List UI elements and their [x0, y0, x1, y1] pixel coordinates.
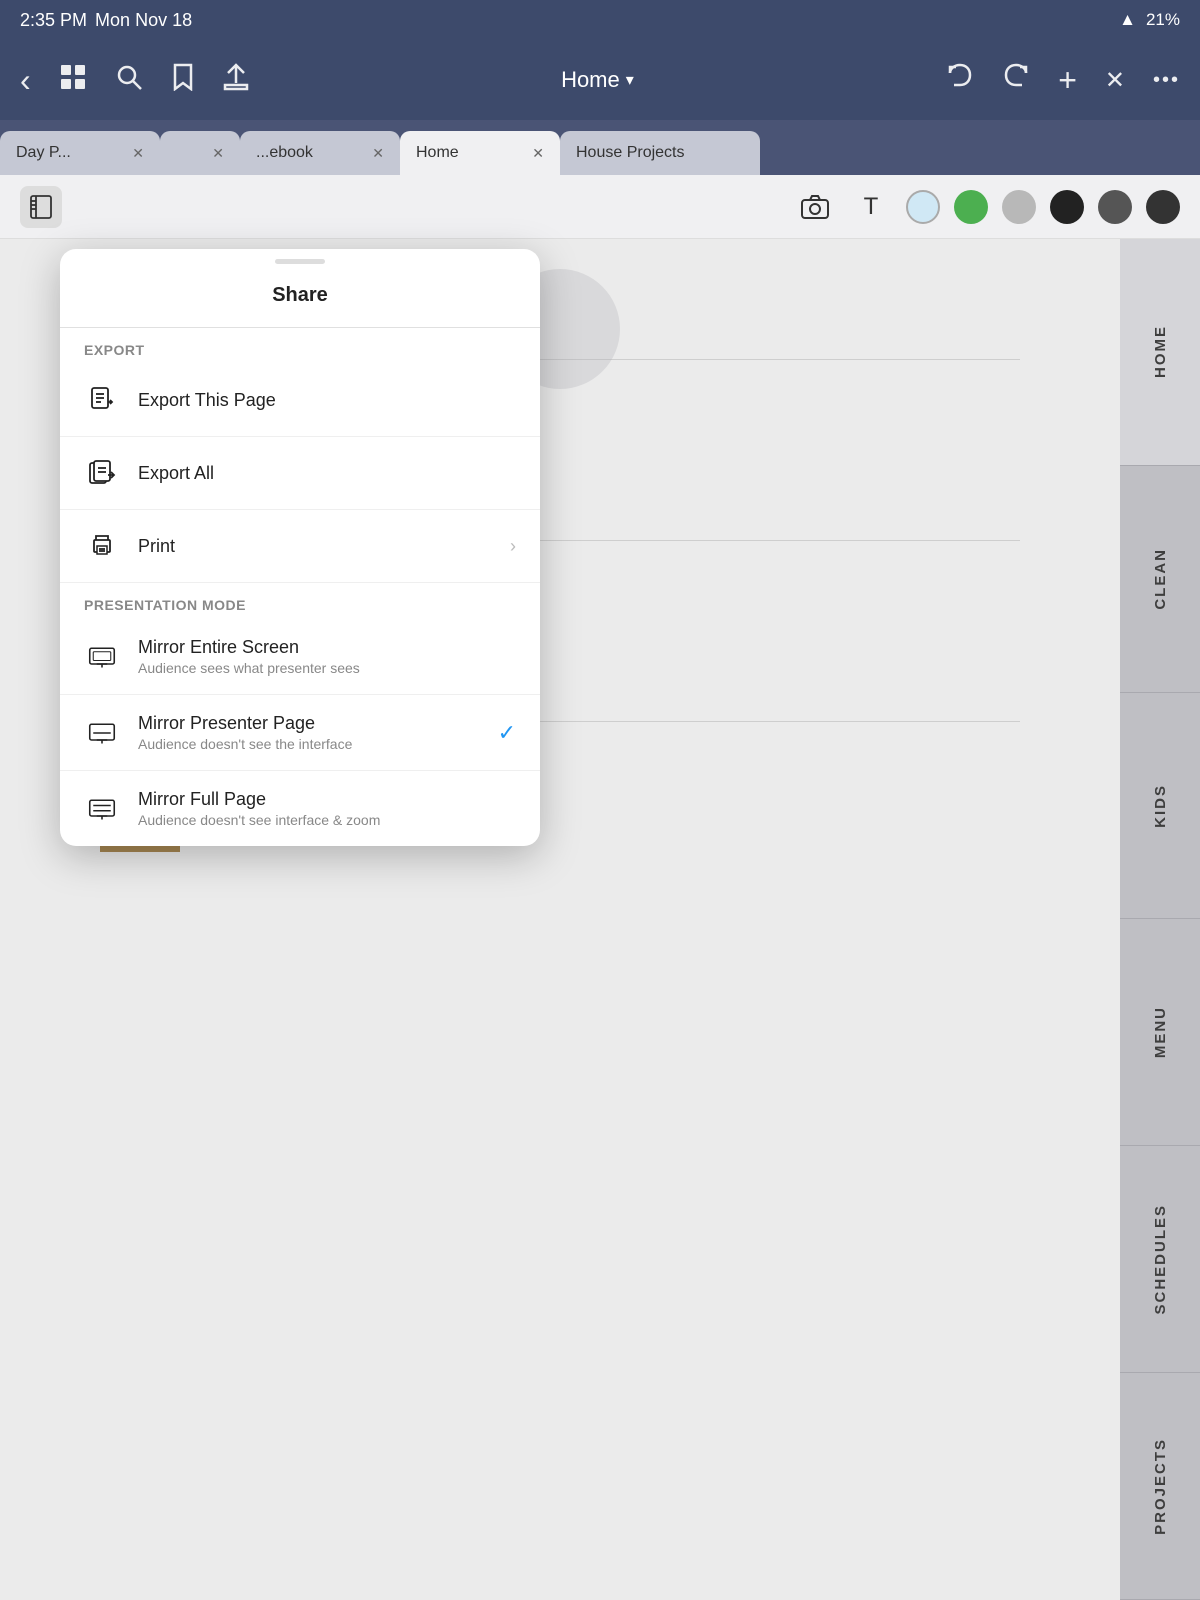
tabs-bar: Day P... ✕ ✕ ...ebook ✕ Home ✕ House Pro… [0, 120, 1200, 175]
export-section-label: EXPORT [60, 328, 540, 364]
status-right: ▲ 21% [1119, 10, 1180, 30]
tab-day-label: Day P... [16, 144, 71, 162]
tab-home-close[interactable]: ✕ [532, 145, 544, 162]
search-icon[interactable] [115, 63, 143, 98]
bookmark-icon[interactable] [171, 63, 195, 98]
mirror-presenter-icon [84, 715, 120, 751]
more-icon[interactable]: ••• [1153, 69, 1180, 92]
mirror-presenter-check-icon: ✓ [498, 720, 516, 746]
redo-icon[interactable] [1002, 63, 1030, 98]
mirror-presenter-title: Mirror Presenter Page [138, 713, 480, 734]
mirror-screen-icon [84, 639, 120, 675]
status-bar: 2:35 PM Mon Nov 18 ▲ 21% [0, 0, 1200, 40]
export-all-item[interactable]: Export All [60, 437, 540, 510]
app-title[interactable]: Home ▾ [561, 67, 634, 93]
tab-ebook-close[interactable]: ✕ [372, 145, 384, 162]
share-popup: Share EXPORT Export This Page [60, 249, 540, 846]
mirror-presenter-content: Mirror Presenter Page Audience doesn't s… [138, 713, 480, 752]
mirror-full-item[interactable]: Mirror Full Page Audience doesn't see in… [60, 771, 540, 846]
mirror-full-icon [84, 791, 120, 827]
text-tool[interactable]: T [850, 186, 892, 228]
toolbar-left: ‹ [20, 62, 249, 99]
mirror-screen-title: Mirror Entire Screen [138, 637, 516, 658]
drawing-tools-right: T [82, 186, 1180, 228]
tab-ebook[interactable]: ...ebook ✕ [240, 131, 400, 175]
export-page-icon [84, 382, 120, 418]
print-title: Print [138, 536, 492, 557]
tab-day[interactable]: Day P... ✕ [0, 131, 160, 175]
presentation-section-label: PRESENTATION MODE [60, 583, 540, 619]
export-all-icon [84, 455, 120, 491]
mirror-full-content: Mirror Full Page Audience doesn't see in… [138, 789, 516, 828]
mirror-screen-item[interactable]: Mirror Entire Screen Audience sees what … [60, 619, 540, 695]
color-light-blue[interactable] [906, 190, 940, 224]
mirror-presenter-subtitle: Audience doesn't see the interface [138, 736, 480, 752]
mirror-full-title: Mirror Full Page [138, 789, 516, 810]
add-icon[interactable]: + [1058, 62, 1077, 99]
tab-house-label: House Projects [576, 144, 685, 162]
back-button[interactable]: ‹ [20, 62, 31, 99]
print-chevron-icon: › [510, 536, 516, 557]
mirror-screen-content: Mirror Entire Screen Audience sees what … [138, 637, 516, 676]
undo-icon[interactable] [946, 63, 974, 98]
toolbar: ‹ Home ▾ [0, 40, 1200, 120]
export-all-title: Export All [138, 463, 516, 484]
grid-icon[interactable] [59, 63, 87, 98]
export-page-content: Export This Page [138, 390, 516, 411]
time-display: 2:35 PM [20, 10, 87, 31]
title-chevron-icon: ▾ [626, 70, 634, 90]
battery-display: 21% [1146, 10, 1180, 30]
date-display: Mon Nov 18 [95, 10, 192, 31]
color-black[interactable] [1050, 190, 1084, 224]
color-gray[interactable] [1002, 190, 1036, 224]
toolbar-right: + ✕ ••• [946, 62, 1180, 99]
export-all-content: Export All [138, 463, 516, 484]
mirror-presenter-item[interactable]: Mirror Presenter Page Audience doesn't s… [60, 695, 540, 771]
main-content: Menu Schedules Projects HOME CLEAN KIDS … [0, 239, 1200, 1600]
tab-middle-close[interactable]: ✕ [212, 145, 224, 162]
close-icon[interactable]: ✕ [1105, 66, 1125, 95]
tab-home[interactable]: Home ✕ [400, 131, 560, 175]
share-icon[interactable] [223, 63, 249, 98]
drawing-tools-left [20, 186, 62, 228]
mirror-full-subtitle: Audience doesn't see interface & zoom [138, 812, 516, 828]
print-icon [84, 528, 120, 564]
print-content: Print [138, 536, 492, 557]
tab-ebook-label: ...ebook [256, 144, 313, 162]
tab-middle[interactable]: ✕ [160, 131, 240, 175]
popup-header: Share [60, 264, 540, 328]
print-item[interactable]: Print › [60, 510, 540, 583]
mirror-screen-subtitle: Audience sees what presenter sees [138, 660, 516, 676]
color-green[interactable] [954, 190, 988, 224]
color-dark-gray[interactable] [1098, 190, 1132, 224]
drawing-toolbar: T [0, 175, 1200, 239]
camera-tool[interactable] [794, 186, 836, 228]
export-page-item[interactable]: Export This Page [60, 364, 540, 437]
status-left: 2:35 PM Mon Nov 18 [20, 10, 192, 31]
color-charcoal[interactable] [1146, 190, 1180, 224]
notebook-tool[interactable] [20, 186, 62, 228]
tab-house[interactable]: House Projects [560, 131, 760, 175]
toolbar-center: Home ▾ [273, 67, 923, 93]
tab-day-close[interactable]: ✕ [132, 145, 144, 162]
export-page-title: Export This Page [138, 390, 516, 411]
wifi-icon: ▲ [1119, 10, 1136, 30]
tab-home-label: Home [416, 144, 459, 162]
